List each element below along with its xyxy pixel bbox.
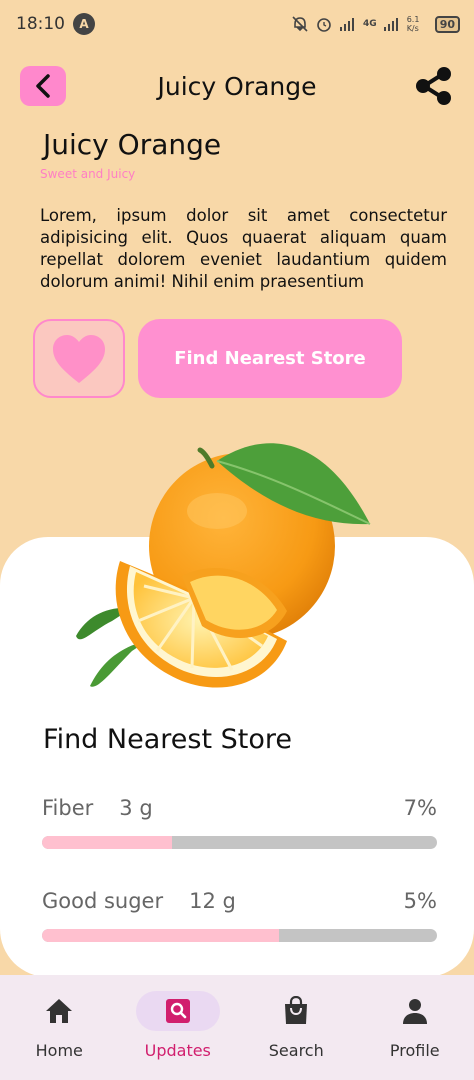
nav-label: Profile — [389, 1041, 440, 1060]
nutrient-percent: 5% — [403, 889, 437, 913]
nav-home[interactable]: Home — [0, 975, 119, 1080]
nutrient-good-suger: Good suger 12 g 5% — [42, 889, 437, 942]
orange-image — [76, 443, 371, 688]
nutrient-amount: 3 g — [119, 796, 153, 820]
bottom-nav: Home Updates Search Profile — [0, 975, 474, 1080]
nutrient-name: Fiber — [42, 796, 94, 820]
status-icons: 4G 6.1 K/s 90 — [291, 15, 460, 33]
nav-label: Search — [268, 1041, 324, 1060]
battery-icon: 90 — [434, 15, 460, 33]
signal-icon — [340, 18, 355, 31]
network-speed: 6.1 K/s — [406, 15, 420, 33]
home-icon — [46, 999, 73, 1023]
nutrient-amount: 12 g — [189, 889, 236, 913]
mute-icon — [292, 16, 308, 32]
wifi-icon — [383, 18, 398, 31]
nav-updates[interactable]: Updates — [119, 975, 238, 1080]
share-icon[interactable] — [412, 64, 456, 108]
a-app-icon: A — [73, 13, 95, 35]
favorite-button[interactable] — [33, 319, 125, 398]
product-title: Juicy Orange — [43, 128, 222, 161]
status-bar: 18:10 A 4G 6.1 K/s 90 — [0, 0, 474, 48]
find-store-button[interactable]: Find Nearest Store — [138, 319, 402, 398]
status-time: 18:10 — [16, 14, 65, 34]
section-title: Find Nearest Store — [43, 724, 292, 755]
nutrient-progress-bar — [42, 929, 437, 942]
heart-icon — [53, 334, 105, 383]
nutrient-progress-fill — [42, 929, 279, 942]
nav-profile[interactable]: Profile — [356, 975, 474, 1080]
app-bar: Juicy Orange — [0, 62, 474, 110]
nutrient-progress-bar — [42, 836, 437, 849]
nav-label: Home — [35, 1041, 83, 1060]
product-description: Lorem, ipsum dolor sit amet consectetur … — [40, 206, 447, 291]
alarm-icon — [317, 18, 331, 32]
page-title: Juicy Orange — [157, 72, 317, 101]
nav-label: Updates — [144, 1041, 211, 1060]
network-type: 4G — [363, 19, 377, 29]
product-subtitle: Sweet and Juicy — [40, 167, 136, 181]
nutrient-name: Good suger — [42, 889, 164, 913]
nutrient-percent: 7% — [403, 796, 437, 820]
nutrient-progress-fill — [42, 836, 173, 849]
nutrient-fiber: Fiber 3 g 7% — [42, 796, 437, 849]
person-icon — [402, 999, 427, 1024]
shopping-bag-icon — [285, 996, 308, 1024]
search-box-icon — [165, 999, 190, 1023]
nav-search[interactable]: Search — [237, 975, 356, 1080]
